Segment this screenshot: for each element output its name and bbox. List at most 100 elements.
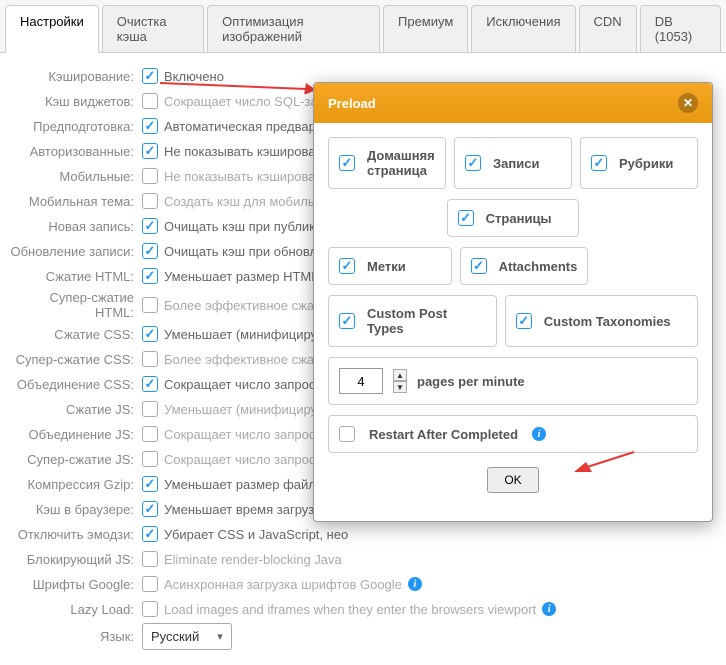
checkbox-icon[interactable] bbox=[142, 551, 158, 567]
pages-per-minute-label: pages per minute bbox=[417, 374, 525, 389]
checkbox-icon[interactable] bbox=[142, 193, 158, 209]
option-label: Custom Taxonomies bbox=[544, 314, 671, 329]
option-label: Страницы bbox=[486, 211, 552, 226]
setting-label: Супер-сжатие HTML: bbox=[10, 290, 142, 320]
tab-4[interactable]: Исключения bbox=[471, 5, 575, 52]
checkbox-icon[interactable] bbox=[142, 451, 158, 467]
tab-5[interactable]: CDN bbox=[579, 5, 637, 52]
setting-label: Lazy Load: bbox=[10, 602, 142, 617]
setting-label: Сжатие JS: bbox=[10, 402, 142, 417]
option-label: Custom Post Types bbox=[367, 306, 486, 336]
checkbox-icon[interactable] bbox=[339, 313, 355, 329]
setting-label: Блокирующий JS: bbox=[10, 552, 142, 567]
setting-desc: Не показывать кэшированну bbox=[164, 169, 336, 184]
spin-up-icon[interactable]: ▲ bbox=[393, 369, 407, 381]
setting-desc: Load images and iframes when they enter … bbox=[164, 602, 536, 617]
tab-3[interactable]: Премиум bbox=[383, 5, 468, 52]
checkbox-icon[interactable] bbox=[142, 93, 158, 109]
checkbox-icon[interactable] bbox=[142, 376, 158, 392]
option-home[interactable]: Домашняя страница bbox=[328, 137, 446, 189]
option-label: Домашняя страница bbox=[367, 148, 435, 178]
restart-row[interactable]: Restart After Completed bbox=[328, 415, 698, 453]
checkbox-icon[interactable] bbox=[142, 218, 158, 234]
setting-desc: Очищать кэш при публикаци bbox=[164, 219, 337, 234]
checkbox-icon[interactable] bbox=[458, 210, 474, 226]
checkbox-icon[interactable] bbox=[142, 243, 158, 259]
setting-row: Lazy Load: Load images and iframes when t… bbox=[10, 598, 716, 620]
checkbox-icon[interactable] bbox=[471, 258, 487, 274]
setting-label: Кэш виджетов: bbox=[10, 94, 142, 109]
option-label: Attachments bbox=[499, 259, 578, 274]
setting-desc: Асинхронная загрузка шрифтов Google bbox=[164, 577, 402, 592]
setting-label: Шрифты Google: bbox=[10, 577, 142, 592]
option-cpt[interactable]: Custom Post Types bbox=[328, 295, 497, 347]
tab-1[interactable]: Очистка кэша bbox=[102, 5, 204, 52]
checkbox-icon[interactable] bbox=[142, 351, 158, 367]
tab-0[interactable]: Настройки bbox=[5, 5, 99, 53]
checkbox-icon[interactable] bbox=[339, 258, 355, 274]
preload-dialog: Preload ✕ Домашняя страница Записи Рубри… bbox=[313, 82, 713, 522]
setting-label: Новая запись: bbox=[10, 219, 142, 234]
setting-desc: Убирает CSS и JavaScript, нео bbox=[164, 527, 348, 542]
setting-label: Отключить эмодзи: bbox=[10, 527, 142, 542]
setting-label: Супер-сжатие CSS: bbox=[10, 352, 142, 367]
checkbox-icon[interactable] bbox=[142, 401, 158, 417]
language-label: Язык: bbox=[10, 629, 142, 644]
language-row: Язык: Русский bbox=[10, 623, 716, 650]
dialog-title-text: Preload bbox=[328, 96, 376, 111]
option-label: Рубрики bbox=[619, 156, 673, 171]
checkbox-icon[interactable] bbox=[339, 426, 355, 442]
checkbox-icon[interactable] bbox=[339, 155, 355, 171]
setting-row: Шрифты Google: Асинхронная загрузка шрифт… bbox=[10, 573, 716, 595]
checkbox-icon[interactable] bbox=[142, 326, 158, 342]
checkbox-icon[interactable] bbox=[516, 313, 532, 329]
checkbox-icon[interactable] bbox=[142, 426, 158, 442]
dialog-titlebar: Preload ✕ bbox=[314, 83, 712, 123]
checkbox-icon[interactable] bbox=[142, 576, 158, 592]
setting-label: Супер-сжатие JS: bbox=[10, 452, 142, 467]
option-label: Метки bbox=[367, 259, 406, 274]
language-value: Русский bbox=[151, 629, 199, 644]
option-ctax[interactable]: Custom Taxonomies bbox=[505, 295, 698, 347]
setting-desc: Включено bbox=[164, 69, 224, 84]
checkbox-icon[interactable] bbox=[142, 501, 158, 517]
checkbox-icon[interactable] bbox=[142, 68, 158, 84]
checkbox-icon[interactable] bbox=[142, 476, 158, 492]
spin-down-icon[interactable]: ▼ bbox=[393, 381, 407, 393]
ok-button[interactable]: OK bbox=[487, 467, 538, 493]
setting-desc: Создать кэш для мобильной bbox=[164, 194, 336, 209]
info-icon[interactable] bbox=[532, 427, 546, 441]
pages-per-minute-input[interactable] bbox=[339, 368, 383, 394]
setting-label: Авторизованные: bbox=[10, 144, 142, 159]
setting-row: Блокирующий JS: Eliminate render-blocking… bbox=[10, 548, 716, 570]
close-icon[interactable]: ✕ bbox=[678, 93, 698, 113]
checkbox-icon[interactable] bbox=[142, 168, 158, 184]
setting-desc: Не показывать кэшированну bbox=[164, 144, 336, 159]
language-select[interactable]: Русский bbox=[142, 623, 232, 650]
tab-2[interactable]: Оптимизация изображений bbox=[207, 5, 380, 52]
setting-desc: Eliminate render-blocking Java bbox=[164, 552, 342, 567]
checkbox-icon[interactable] bbox=[142, 297, 158, 313]
checkbox-icon[interactable] bbox=[142, 268, 158, 284]
checkbox-icon[interactable] bbox=[142, 118, 158, 134]
info-icon[interactable] bbox=[408, 577, 422, 591]
option-posts[interactable]: Записи bbox=[454, 137, 572, 189]
checkbox-icon[interactable] bbox=[465, 155, 481, 171]
tab-6[interactable]: DB (1053) bbox=[640, 5, 721, 52]
option-cats[interactable]: Рубрики bbox=[580, 137, 698, 189]
info-icon[interactable] bbox=[542, 602, 556, 616]
setting-label: Мобильная тема: bbox=[10, 194, 142, 209]
setting-label: Компрессия Gzip: bbox=[10, 477, 142, 492]
setting-label: Объединение JS: bbox=[10, 427, 142, 442]
setting-label: Обновление записи: bbox=[10, 244, 142, 259]
setting-label: Объединение CSS: bbox=[10, 377, 142, 392]
option-tags[interactable]: Метки bbox=[328, 247, 452, 285]
checkbox-icon[interactable] bbox=[142, 601, 158, 617]
setting-label: Кэширование: bbox=[10, 69, 142, 84]
option-attachments[interactable]: Attachments bbox=[460, 247, 589, 285]
checkbox-icon[interactable] bbox=[142, 526, 158, 542]
option-pages[interactable]: Страницы bbox=[447, 199, 580, 237]
checkbox-icon[interactable] bbox=[591, 155, 607, 171]
setting-label: Предподготовка: bbox=[10, 119, 142, 134]
checkbox-icon[interactable] bbox=[142, 143, 158, 159]
